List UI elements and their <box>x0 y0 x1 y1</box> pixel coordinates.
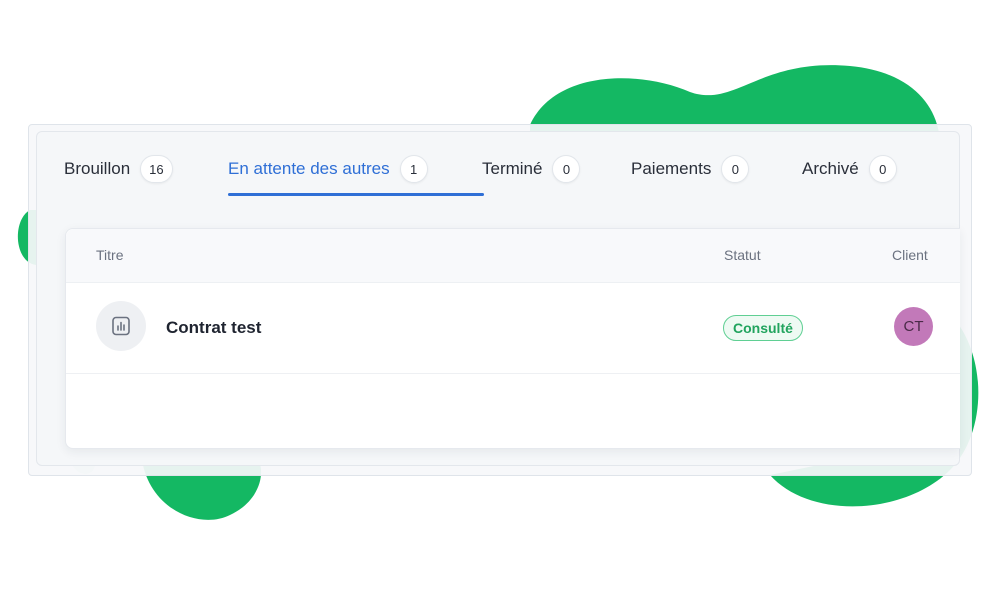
tab-brouillon[interactable]: Brouillon 16 <box>64 154 228 184</box>
tab-count-badge: 16 <box>140 155 173 183</box>
documents-table: Titre Statut Client Contrat test Consult… <box>65 228 960 449</box>
table-row[interactable]: Contrat test Consulté CT <box>66 283 960 374</box>
tab-paiements[interactable]: Paiements 0 <box>631 154 802 184</box>
tab-en-attente[interactable]: En attente des autres 1 <box>228 154 484 196</box>
bar-chart-document-icon <box>96 301 146 351</box>
tab-termine[interactable]: Terminé 0 <box>482 154 631 184</box>
tab-label: En attente des autres <box>228 159 390 178</box>
tab-count-badge: 0 <box>552 155 581 183</box>
tab-count-badge: 1 <box>399 155 428 183</box>
tab-count-badge: 0 <box>868 155 897 183</box>
status-badge: Consulté <box>723 315 803 341</box>
tab-label: Paiements <box>631 159 712 178</box>
document-title[interactable]: Contrat test <box>166 318 261 338</box>
table-header: Titre Statut Client <box>66 229 960 283</box>
column-header-title[interactable]: Titre <box>96 247 123 263</box>
tab-label: Brouillon <box>64 159 131 178</box>
status-tabs: Brouillon 16 En attente des autres 1 Ter… <box>64 154 897 198</box>
column-header-status[interactable]: Statut <box>724 247 761 263</box>
tab-archive[interactable]: Archivé 0 <box>802 154 897 184</box>
tab-label: Terminé <box>482 159 543 178</box>
client-avatar[interactable]: CT <box>894 307 933 346</box>
column-header-client[interactable]: Client <box>892 247 928 263</box>
tab-label: Archivé <box>802 159 859 178</box>
tab-count-badge: 0 <box>721 155 750 183</box>
